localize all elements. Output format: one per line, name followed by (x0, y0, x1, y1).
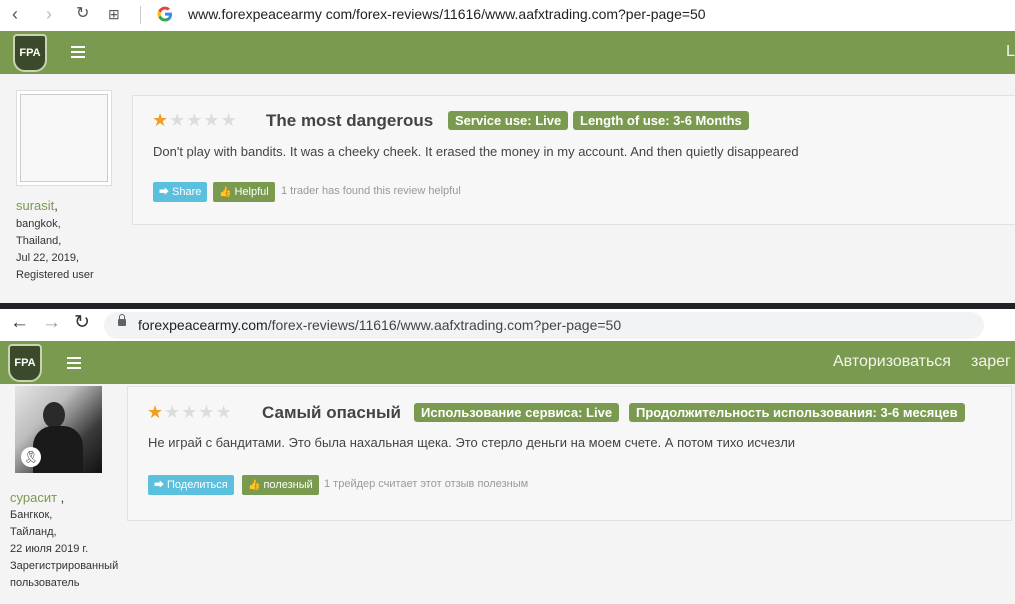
user-city: Бангкок, (10, 509, 53, 521)
apps-grid-icon[interactable]: ⊞ (108, 4, 120, 24)
helpful-button[interactable]: 👍 полезный (242, 475, 319, 495)
star-icon: ★ (203, 110, 221, 130)
review-text: Не играй с бандитами. Это была нахальная… (148, 435, 796, 450)
username[interactable]: surasit, (16, 198, 58, 213)
site-header: FPA Авторизоваться зарег (0, 341, 1015, 384)
back-icon[interactable]: ← (10, 312, 29, 334)
star-icon: ★ (152, 110, 170, 130)
russian-review-screenshot: ← → ↻ forexpeacearmy.com/forex-reviews/1… (0, 303, 1015, 604)
review-text: Don't play with bandits. It was a cheeky… (153, 144, 799, 159)
helpful-button[interactable]: 👍 Helpful (213, 182, 275, 202)
forward-icon[interactable]: › (46, 4, 52, 24)
share-icon: ⮕ (159, 187, 169, 198)
forward-icon[interactable]: → (42, 312, 61, 334)
star-icon: ★ (215, 402, 233, 422)
review-title: Самый опасный (262, 403, 402, 422)
english-review-screenshot: ‹ › ↻ ⊞ www.forexpeacearmy com/forex-rev… (0, 0, 1015, 303)
register-link[interactable]: зарег (971, 353, 1011, 371)
helpful-count-note: 1 trader has found this review helpful (281, 185, 461, 197)
login-link[interactable]: L (1006, 43, 1015, 61)
thumbs-up-icon: 👍 (219, 187, 232, 198)
share-icon: ⮕ (154, 480, 164, 491)
service-use-badge: Использование сервиса: Live (414, 403, 620, 422)
star-icon: ★ (198, 402, 216, 422)
address-bar-url[interactable]: forexpeacearmy.com/forex-reviews/11616/w… (138, 317, 621, 333)
ribbon-icon: 🎗 (21, 447, 41, 467)
star-icon: ★ (181, 402, 199, 422)
review-date: 22 июля 2019 г. (10, 543, 89, 555)
reload-icon[interactable]: ↻ (76, 4, 89, 24)
back-icon[interactable]: ‹ (12, 4, 18, 24)
avatar (16, 90, 112, 186)
menu-icon[interactable] (71, 46, 85, 58)
login-link[interactable]: Авторизоваться (833, 353, 951, 371)
review-title: The most dangerous (266, 111, 434, 130)
user-info: bangkok, Thailand, Jul 22, 2019, Registe… (16, 216, 94, 284)
user-country: Thailand, (16, 235, 62, 247)
length-of-use-badge: Length of use: 3-6 Months (573, 111, 749, 130)
browser-toolbar: ‹ › ↻ ⊞ www.forexpeacearmy com/forex-rev… (0, 0, 1015, 32)
star-rating: ★★★★★ (152, 110, 238, 130)
username[interactable]: сурасит , (10, 490, 64, 505)
star-icon: ★ (164, 402, 182, 422)
fpa-logo[interactable]: FPA (8, 344, 42, 382)
review-date: Jul 22, 2019, (16, 252, 79, 264)
service-use-badge: Service use: Live (448, 111, 569, 130)
star-icon: ★ (147, 402, 165, 422)
thumbs-up-icon: 👍 (248, 480, 261, 491)
star-icon: ★ (169, 110, 187, 130)
share-button[interactable]: ⮕ Share (153, 182, 208, 202)
star-icon: ★ (220, 110, 238, 130)
lock-icon (118, 314, 126, 326)
user-status-cont: пользователь (10, 577, 80, 589)
address-bar-url[interactable]: www.forexpeacearmy com/forex-reviews/116… (188, 6, 706, 22)
star-icon: ★ (186, 110, 204, 130)
star-rating: ★★★★★ (147, 402, 233, 422)
menu-icon[interactable] (67, 357, 81, 369)
reload-icon[interactable]: ↻ (74, 312, 90, 334)
length-of-use-badge: Продолжительность использования: 3-6 мес… (629, 403, 965, 422)
share-button[interactable]: ⮕ Поделиться (148, 475, 234, 495)
helpful-count-note: 1 трейдер считает этот отзыв полезным (324, 478, 529, 490)
toolbar-divider (140, 6, 141, 24)
user-status: Registered user (16, 269, 94, 281)
user-status: Зарегистрированный (10, 560, 119, 572)
browser-toolbar: ← → ↻ forexpeacearmy.com/forex-reviews/1… (0, 309, 1015, 341)
user-country: Тайланд, (10, 526, 57, 538)
google-icon (157, 6, 172, 22)
avatar: 🎗 (15, 386, 102, 473)
user-info: Бангкок, Тайланд, 22 июля 2019 г. Зареги… (10, 507, 118, 592)
user-city: bangkok, (16, 218, 61, 230)
fpa-logo[interactable]: FPA (13, 34, 47, 72)
site-header: FPA L (0, 31, 1015, 74)
